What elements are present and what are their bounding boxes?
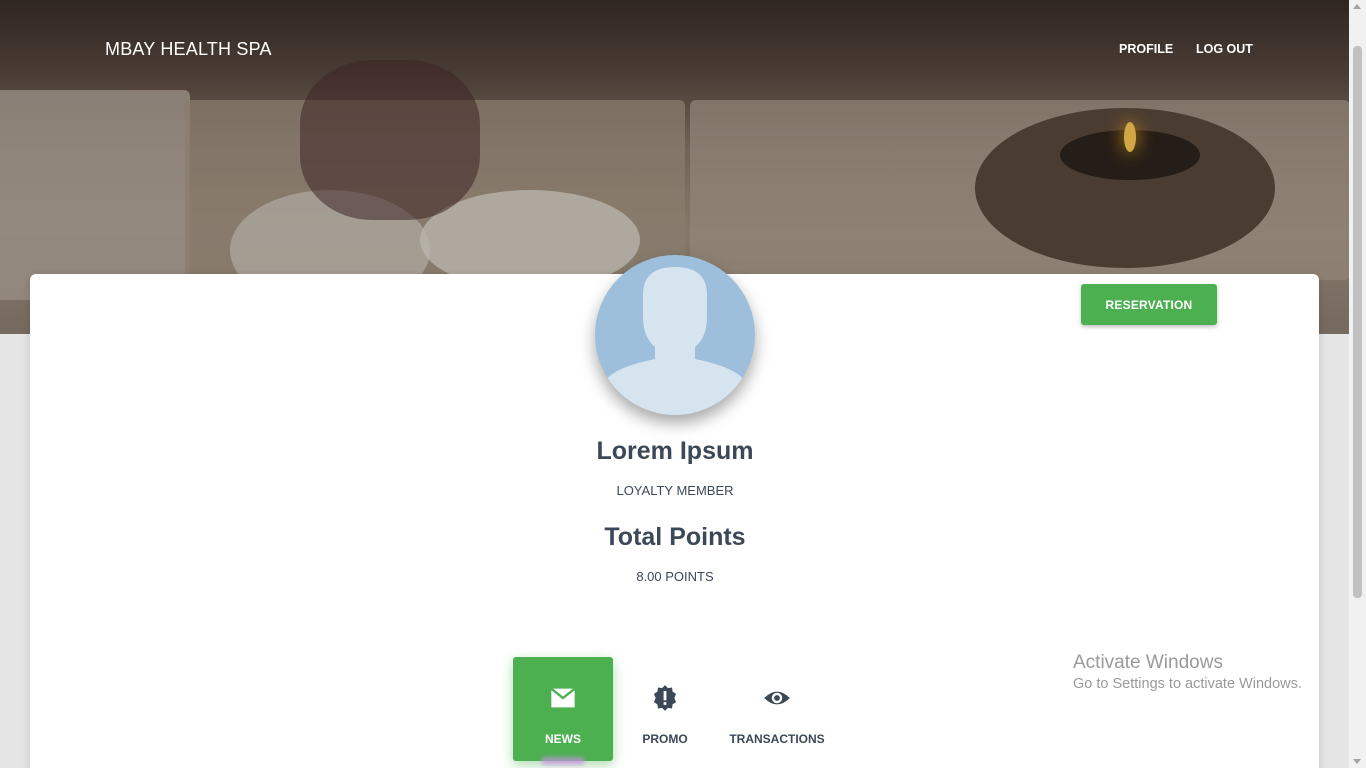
membership-label: LOYALTY MEMBER <box>616 483 734 498</box>
user-silhouette-icon <box>605 267 745 415</box>
eye-icon <box>764 691 790 705</box>
points-title: Total Points <box>604 523 746 551</box>
watermark-title: Activate Windows <box>1073 652 1223 673</box>
scroll-up-arrow-icon[interactable] <box>1353 4 1361 9</box>
tab-glow <box>541 757 585 765</box>
nav-profile-link[interactable]: PROFILE <box>1119 42 1173 56</box>
page-scrollbar[interactable] <box>1349 0 1366 768</box>
reservation-button[interactable]: RESERVATION <box>1081 284 1217 325</box>
navbar: MBAY HEALTH SPA PROFILE LOG OUT <box>0 0 1349 100</box>
tab-news[interactable]: NEWS <box>513 657 613 765</box>
brand-title[interactable]: MBAY HEALTH SPA <box>105 39 272 60</box>
watermark-subtitle: Go to Settings to activate Windows. <box>1073 676 1302 692</box>
exclamation-badge-icon <box>653 685 677 711</box>
tab-promo[interactable]: PROMO <box>615 657 715 761</box>
nav-logout-link[interactable]: LOG OUT <box>1196 42 1253 56</box>
windows-activation-watermark: Activate Windows Go to Settings to activ… <box>1073 652 1302 692</box>
envelope-icon <box>550 687 576 708</box>
tab-news-label: NEWS <box>545 732 581 746</box>
scrollbar-thumb[interactable] <box>1353 46 1362 598</box>
avatar <box>595 255 755 415</box>
tab-transactions[interactable]: TRANSACTIONS <box>727 657 827 761</box>
tab-promo-label: PROMO <box>642 732 688 746</box>
scroll-down-arrow-icon[interactable] <box>1353 759 1361 764</box>
points-value: 8.00 POINTS <box>636 569 714 584</box>
profile-name: Lorem Ipsum <box>596 437 754 465</box>
tab-transactions-label: TRANSACTIONS <box>729 732 825 746</box>
